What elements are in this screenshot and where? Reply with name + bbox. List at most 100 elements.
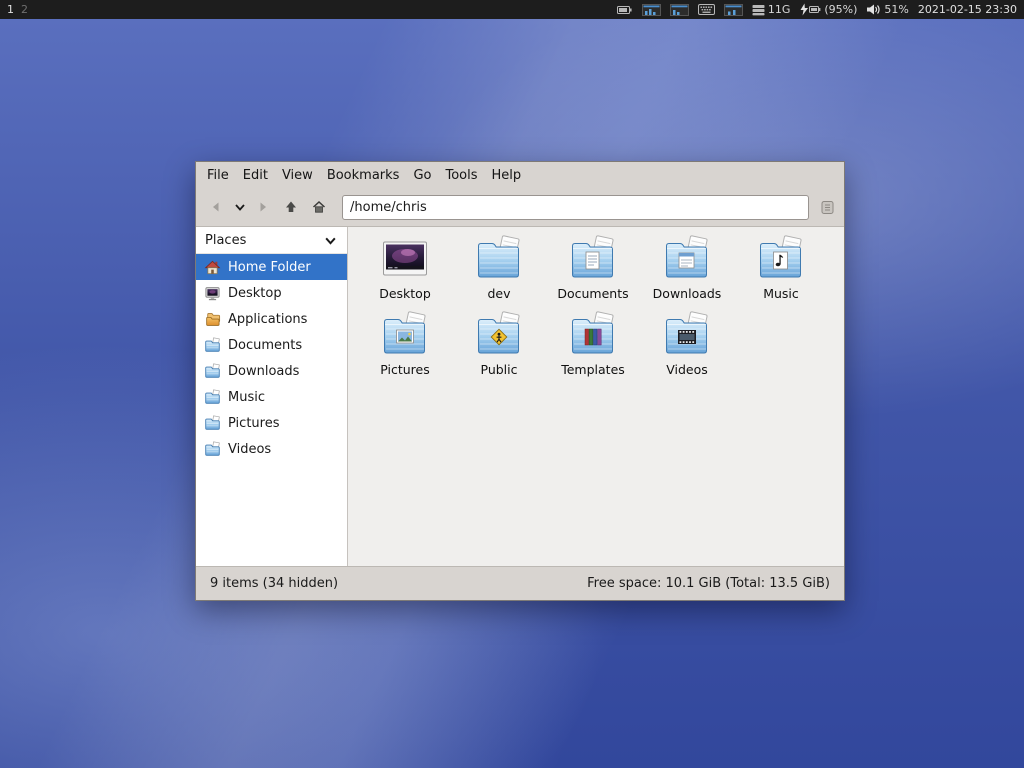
file-item-downloads[interactable]: Downloads bbox=[640, 235, 734, 309]
menu-view[interactable]: View bbox=[275, 164, 320, 187]
chevron-down-icon bbox=[325, 237, 336, 245]
statusbar: 9 items (34 hidden) Free space: 10.1 GiB… bbox=[196, 567, 844, 600]
menu-go[interactable]: Go bbox=[406, 164, 438, 187]
file-item-public[interactable]: Public bbox=[452, 311, 546, 385]
back-icon bbox=[213, 202, 219, 212]
chevron-down-icon bbox=[234, 204, 245, 211]
file-label: Templates bbox=[561, 362, 625, 377]
file-label: Pictures bbox=[380, 362, 430, 377]
system-tray: 11G (95%) 51% 2021-02-15 23:30 bbox=[616, 3, 1024, 16]
home-folder-icon bbox=[204, 259, 221, 276]
folder-public-icon bbox=[474, 311, 524, 359]
workspace-switcher: 1 2 bbox=[7, 3, 28, 16]
folder-icon bbox=[204, 389, 221, 406]
sidebar-item-desktop[interactable]: Desktop bbox=[196, 280, 347, 306]
file-item-templates[interactable]: Templates bbox=[546, 311, 640, 385]
file-label: Music bbox=[763, 286, 799, 301]
sidebar-item-applications[interactable]: Applications bbox=[196, 306, 347, 332]
disk-icon bbox=[752, 4, 765, 15]
forward-button[interactable] bbox=[250, 194, 276, 220]
battery-indicator[interactable]: (95%) bbox=[799, 3, 857, 16]
menu-help[interactable]: Help bbox=[485, 164, 529, 187]
folder-pictures-icon bbox=[380, 311, 430, 359]
file-manager-window: File Edit View Bookmarks Go Tools Help /… bbox=[195, 161, 845, 601]
file-label: Videos bbox=[666, 362, 708, 377]
up-button[interactable] bbox=[278, 194, 304, 220]
file-label: dev bbox=[487, 286, 511, 301]
icon-view[interactable]: Desktop dev Documents Downloads Music Pi… bbox=[348, 227, 844, 566]
net-graph-icon[interactable] bbox=[723, 3, 743, 16]
menubar: File Edit View Bookmarks Go Tools Help bbox=[196, 162, 844, 188]
workspace-2[interactable]: 2 bbox=[21, 3, 28, 16]
file-label: Desktop bbox=[379, 286, 431, 301]
battery-tray-icon[interactable] bbox=[616, 4, 633, 16]
sidebar-item-label: Home Folder bbox=[228, 259, 311, 275]
menu-edit[interactable]: Edit bbox=[236, 164, 275, 187]
folder-icon bbox=[204, 337, 221, 354]
keyboard-icon[interactable] bbox=[697, 4, 715, 15]
cpu-graph-icon[interactable] bbox=[641, 3, 661, 16]
folder-templates-icon bbox=[568, 311, 618, 359]
sidebar-item-label: Desktop bbox=[228, 285, 282, 301]
top-panel: 1 2 11G (95%) 51% 2021-02-15 23:30 bbox=[0, 0, 1024, 19]
history-dropdown-button[interactable] bbox=[231, 194, 248, 220]
file-item-videos[interactable]: Videos bbox=[640, 311, 734, 385]
sidebar-item-label: Applications bbox=[228, 311, 308, 327]
up-icon bbox=[286, 201, 296, 212]
folder-videos-icon bbox=[662, 311, 712, 359]
document-emblem bbox=[585, 251, 600, 270]
home-button[interactable] bbox=[306, 194, 332, 220]
file-item-pictures[interactable]: Pictures bbox=[358, 311, 452, 385]
menu-file[interactable]: File bbox=[200, 164, 236, 187]
home-icon bbox=[312, 200, 326, 213]
forward-icon bbox=[260, 202, 266, 212]
folder-downloads-icon bbox=[662, 235, 712, 283]
places-panel: Places Home Folder Desktop Applications … bbox=[196, 227, 348, 566]
free-space: Free space: 10.1 GiB (Total: 13.5 GiB) bbox=[587, 576, 830, 591]
speaker-icon bbox=[867, 4, 880, 15]
sidebar-item-music[interactable]: Music bbox=[196, 384, 347, 410]
file-item-music[interactable]: Music bbox=[734, 235, 828, 309]
folder-icon bbox=[204, 415, 221, 432]
file-item-documents[interactable]: Documents bbox=[546, 235, 640, 309]
places-header[interactable]: Places bbox=[196, 227, 347, 254]
folder-music-icon bbox=[756, 235, 806, 283]
sidebar-item-downloads[interactable]: Downloads bbox=[196, 358, 347, 384]
folder-documents-icon bbox=[568, 235, 618, 283]
sidebar-item-label: Pictures bbox=[228, 415, 280, 431]
back-button[interactable] bbox=[203, 194, 229, 220]
disk-usage-indicator[interactable]: 11G bbox=[752, 3, 790, 16]
sidebar-item-home-folder[interactable]: Home Folder bbox=[196, 254, 347, 280]
music-note-emblem bbox=[773, 251, 788, 270]
clock[interactable]: 2021-02-15 23:30 bbox=[918, 3, 1017, 16]
photo-emblem bbox=[396, 329, 414, 344]
folder-icon bbox=[204, 363, 221, 380]
scroll-icon[interactable] bbox=[817, 200, 837, 215]
film-strip-emblem bbox=[678, 330, 696, 344]
file-item-dev[interactable]: dev bbox=[452, 235, 546, 309]
desktop-icon bbox=[204, 285, 221, 302]
downloads-emblem bbox=[678, 252, 695, 269]
applications-icon bbox=[204, 311, 221, 328]
sidebar-item-label: Documents bbox=[228, 337, 303, 353]
folder-icon bbox=[474, 235, 524, 283]
toolbar bbox=[196, 188, 844, 226]
desktop-preview-icon bbox=[380, 235, 430, 283]
sidebar-item-documents[interactable]: Documents bbox=[196, 332, 347, 358]
window-body: Places Home Folder Desktop Applications … bbox=[196, 226, 844, 567]
power-bolt-icon bbox=[800, 3, 821, 16]
menu-tools[interactable]: Tools bbox=[438, 164, 484, 187]
places-header-label: Places bbox=[205, 232, 247, 248]
sidebar-item-label: Music bbox=[228, 389, 265, 405]
sidebar-item-videos[interactable]: Videos bbox=[196, 436, 347, 462]
memory-graph-icon[interactable] bbox=[669, 3, 689, 16]
sidebar-item-pictures[interactable]: Pictures bbox=[196, 410, 347, 436]
menu-bookmarks[interactable]: Bookmarks bbox=[320, 164, 407, 187]
file-label: Documents bbox=[557, 286, 629, 301]
path-input[interactable] bbox=[342, 194, 809, 220]
volume-indicator[interactable]: 51% bbox=[866, 3, 909, 16]
file-item-desktop[interactable]: Desktop bbox=[358, 235, 452, 309]
battery-label: (95%) bbox=[824, 3, 858, 16]
workspace-1[interactable]: 1 bbox=[7, 3, 14, 16]
file-label: Downloads bbox=[652, 286, 722, 301]
